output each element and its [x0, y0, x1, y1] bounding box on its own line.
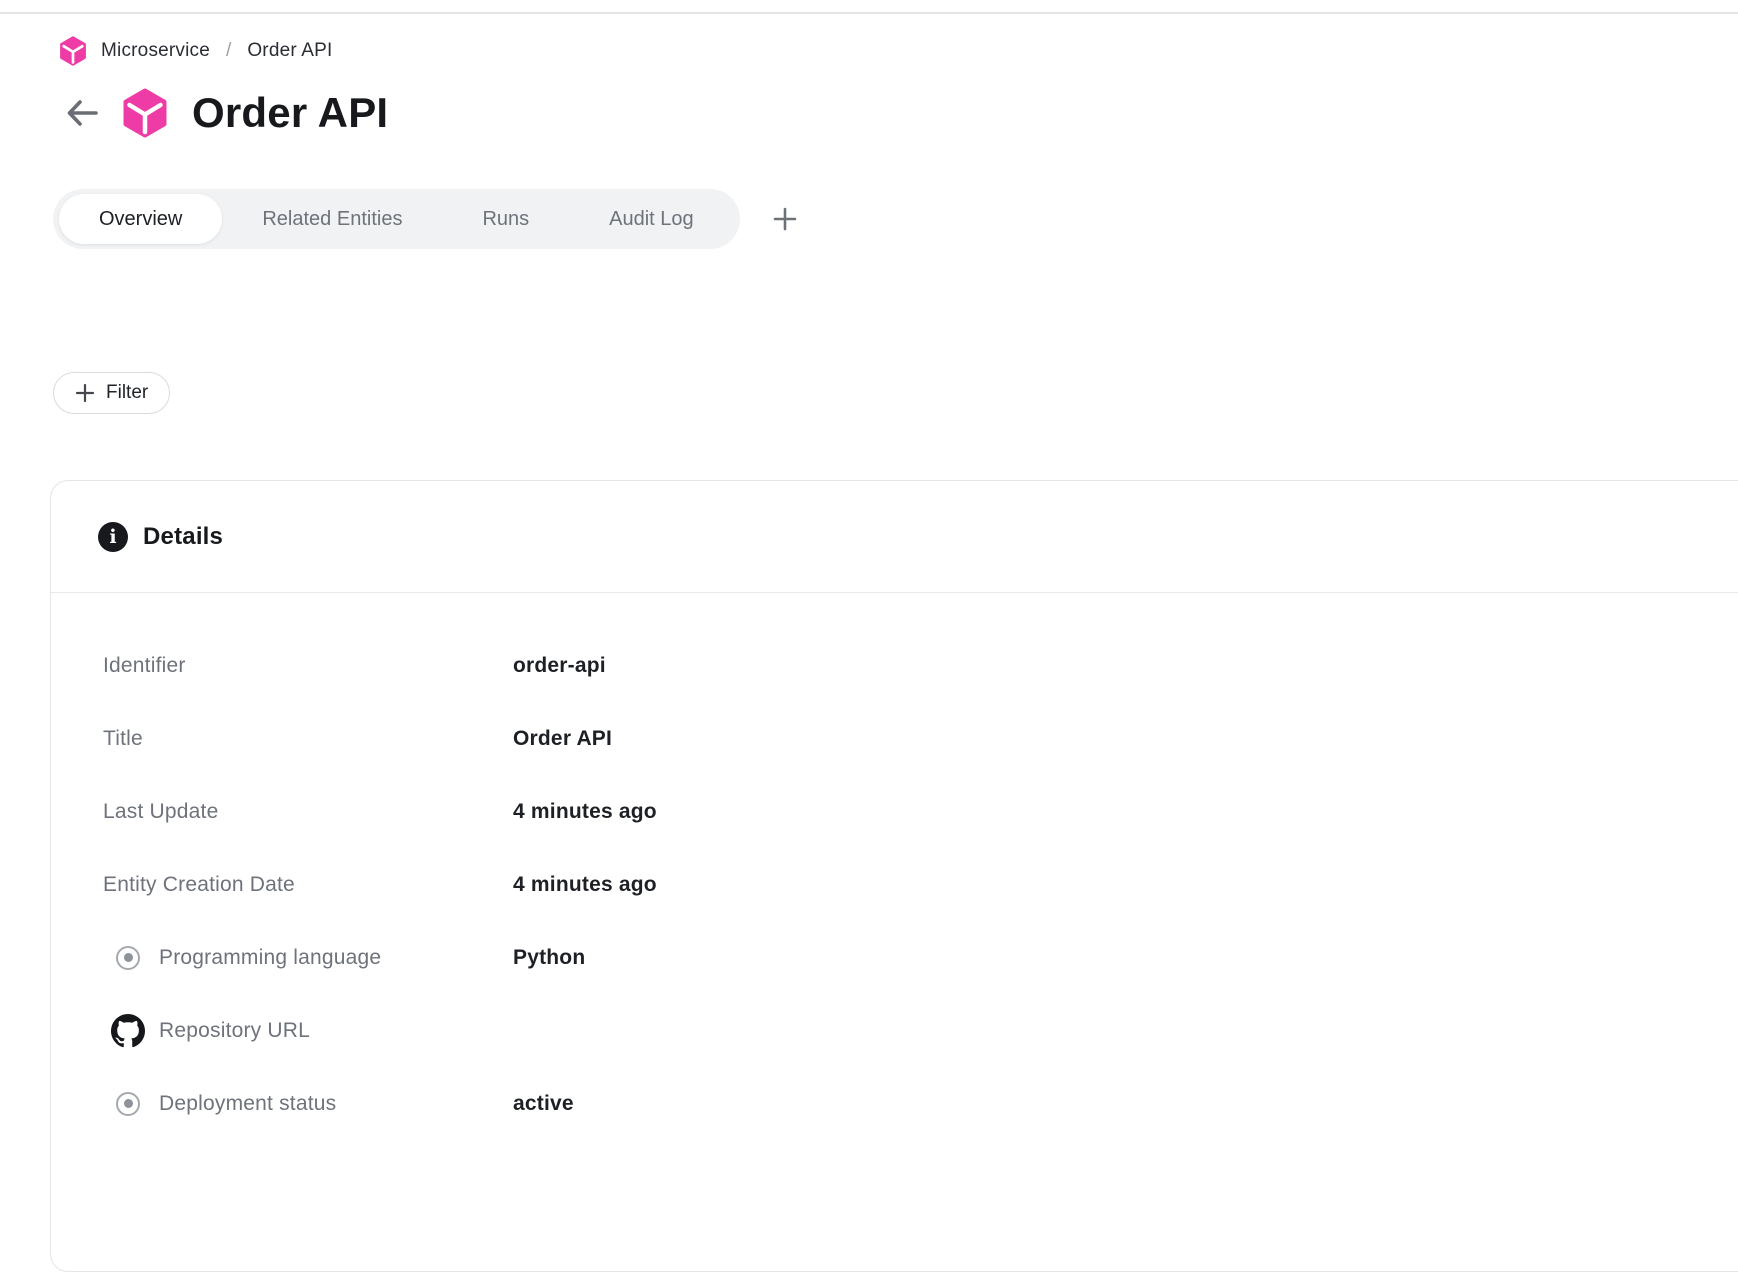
details-card-title: Details	[143, 523, 223, 551]
page-title: Order API	[192, 89, 388, 137]
plus-icon	[772, 206, 798, 232]
field-label: Identifier	[51, 654, 513, 678]
details-card: i Details Identifier order-api Title Ord…	[50, 480, 1738, 1272]
table-row: Programming language Python	[51, 921, 1738, 994]
details-card-body: Identifier order-api Title Order API Las…	[51, 593, 1738, 1140]
table-row: Repository URL	[51, 994, 1738, 1067]
field-label: Repository URL	[159, 1019, 310, 1043]
field-label: Title	[51, 727, 513, 751]
field-label: Deployment status	[159, 1092, 336, 1116]
radio-dot-icon	[116, 946, 140, 970]
tab-pill-container: Overview Related Entities Runs Audit Log	[53, 189, 740, 249]
filter-button[interactable]: Filter	[53, 372, 170, 414]
table-row: Title Order API	[51, 702, 1738, 775]
tab-related-entities[interactable]: Related Entities	[222, 194, 442, 244]
breadcrumb-item-blueprint[interactable]: Microservice	[101, 40, 210, 62]
table-row: Last Update 4 minutes ago	[51, 775, 1738, 848]
plus-icon	[75, 383, 95, 403]
window-top-divider	[0, 12, 1738, 14]
filter-button-label: Filter	[106, 382, 148, 404]
github-icon	[111, 1014, 145, 1048]
tab-audit-log[interactable]: Audit Log	[569, 194, 734, 244]
breadcrumb-separator: /	[226, 40, 231, 62]
field-value: 4 minutes ago	[513, 873, 657, 897]
back-button[interactable]	[62, 93, 102, 133]
table-row: Entity Creation Date 4 minutes ago	[51, 848, 1738, 921]
details-card-header: i Details	[51, 481, 1738, 593]
box-icon	[120, 88, 170, 138]
field-value: order-api	[513, 654, 606, 678]
field-label: Entity Creation Date	[51, 873, 513, 897]
breadcrumb-item-entity: Order API	[247, 40, 332, 62]
back-arrow-icon	[63, 94, 101, 132]
box-icon	[58, 36, 88, 66]
field-value: active	[513, 1092, 574, 1116]
field-value: Order API	[513, 727, 612, 751]
table-row: Identifier order-api	[51, 629, 1738, 702]
field-value: 4 minutes ago	[513, 800, 657, 824]
table-row: Deployment status active	[51, 1067, 1738, 1140]
radio-dot-icon	[116, 1092, 140, 1116]
tab-bar: Overview Related Entities Runs Audit Log	[53, 189, 802, 249]
add-tab-button[interactable]	[768, 202, 802, 236]
info-icon: i	[98, 522, 128, 552]
breadcrumb: Microservice / Order API	[58, 36, 333, 66]
field-label: Last Update	[51, 800, 513, 824]
field-label: Programming language	[159, 946, 381, 970]
page-header: Order API	[62, 88, 388, 138]
tab-runs[interactable]: Runs	[442, 194, 569, 244]
field-value: Python	[513, 946, 585, 970]
tab-overview[interactable]: Overview	[59, 194, 222, 244]
